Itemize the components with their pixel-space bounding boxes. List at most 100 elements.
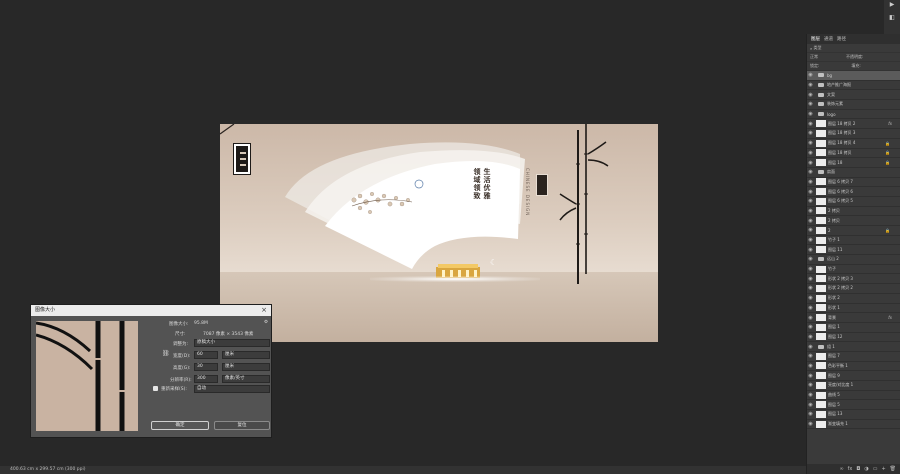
layer-row[interactable]: ◉ 图层 9	[807, 371, 900, 381]
eye-icon[interactable]: ◉	[807, 266, 814, 272]
eye-icon[interactable]: ◉	[807, 373, 814, 379]
mask-icon[interactable]: ◘	[856, 466, 860, 472]
lock-row[interactable]: 锁定: 填充:	[807, 62, 900, 71]
resolution-unit-select[interactable]: 像素/英寸	[222, 375, 270, 383]
eye-icon[interactable]: ◉	[807, 208, 814, 214]
fx-icon[interactable]: fx	[848, 466, 853, 472]
layer-row[interactable]: ◉ 组 1	[807, 342, 900, 352]
tab-paths[interactable]: 路径	[837, 36, 846, 42]
resample-select[interactable]: 自动	[194, 385, 270, 393]
tab-layers[interactable]: 图层	[811, 36, 820, 42]
eye-icon[interactable]: ◉	[807, 92, 814, 98]
eye-icon[interactable]: ◉	[807, 392, 814, 398]
eye-icon[interactable]: ◉	[807, 150, 814, 156]
layer-filter-row[interactable]: ⌕ 类型	[807, 44, 900, 53]
width-input[interactable]: 60	[194, 351, 218, 359]
play-icon[interactable]: ▶	[887, 0, 897, 10]
layer-row[interactable]: ◉ 图层 6 拷贝 7	[807, 178, 900, 188]
layer-row[interactable]: ◉ 图层 18 拷贝 3	[807, 129, 900, 139]
eye-icon[interactable]: ◉	[807, 315, 814, 321]
eye-icon[interactable]: ◉	[807, 411, 814, 417]
layer-row[interactable]: ◉ 形状 2 拷贝 2	[807, 284, 900, 294]
eye-icon[interactable]: ◉	[807, 382, 814, 388]
eye-icon[interactable]: ◉	[807, 295, 814, 301]
layer-row[interactable]: ◉ 竹子 1	[807, 236, 900, 246]
eye-icon[interactable]: ◉	[807, 111, 814, 117]
layer-row[interactable]: ◉ 远山 2	[807, 255, 900, 265]
eye-icon[interactable]: ◉	[807, 140, 814, 146]
eye-icon[interactable]: ◉	[807, 198, 814, 204]
eye-icon[interactable]: ◉	[807, 101, 814, 107]
adjustment-icon[interactable]: ◑	[864, 466, 868, 472]
layer-row[interactable]: ◉ 形状 2 拷贝 3	[807, 274, 900, 285]
layer-row[interactable]: ◉ 亮度/对比度 1	[807, 381, 900, 391]
ok-button[interactable]: 确定	[151, 421, 209, 430]
eye-icon[interactable]: ◉	[807, 353, 814, 359]
layer-row[interactable]: ◉ 2 拷贝	[807, 207, 900, 217]
dialog-preview[interactable]	[36, 321, 138, 431]
layer-row[interactable]: ◉ 2 拷贝	[807, 216, 900, 226]
gear-icon[interactable]: ⚙	[264, 320, 268, 325]
layer-row[interactable]: ◉ 图层 18 拷贝 2 fx	[807, 119, 900, 130]
eye-icon[interactable]: ◉	[807, 179, 814, 185]
height-unit-select[interactable]: 厘米	[222, 363, 270, 371]
eye-icon[interactable]: ◉	[807, 237, 814, 243]
eye-icon[interactable]: ◉	[807, 276, 814, 282]
layer-row[interactable]: ◉ 背景 fx	[807, 313, 900, 323]
blend-mode-row[interactable]: 正常 不透明度:	[807, 53, 900, 62]
layer-row[interactable]: ◉ 2 🔒	[807, 226, 900, 236]
blend-mode-select[interactable]: 正常	[810, 54, 818, 60]
eye-icon[interactable]: ◉	[807, 421, 814, 427]
height-input[interactable]: 30	[194, 363, 218, 371]
tab-channels[interactable]: 通道	[824, 36, 833, 42]
eye-icon[interactable]: ◉	[807, 334, 814, 340]
eye-icon[interactable]: ◉	[807, 344, 814, 350]
layer-row[interactable]: ◉ 图层 5	[807, 400, 900, 411]
eye-icon[interactable]: ◉	[807, 247, 814, 253]
eye-icon[interactable]: ◉	[807, 82, 814, 88]
link-layers-icon[interactable]: ∞	[839, 466, 843, 472]
resolution-input[interactable]: 300	[194, 375, 218, 383]
eye-icon[interactable]: ◉	[807, 402, 814, 408]
eye-icon[interactable]: ◉	[807, 324, 814, 330]
eye-icon[interactable]: ◉	[807, 160, 814, 166]
layer-row[interactable]: ◉ 图层 1	[807, 323, 900, 333]
layer-row[interactable]: ◉ 色彩平衡 1	[807, 362, 900, 372]
link-icon[interactable]: ⛓	[162, 350, 170, 357]
folder-icon[interactable]: ▭	[873, 466, 878, 472]
layer-row[interactable]: ◉ 竹子	[807, 265, 900, 275]
layer-row[interactable]: ◉ logo	[807, 110, 900, 120]
layer-row[interactable]: ◉ 图层 6 拷贝 5	[807, 197, 900, 207]
eye-icon[interactable]: ◉	[807, 218, 814, 224]
eye-icon[interactable]: ◉	[807, 130, 814, 136]
eye-icon[interactable]: ◉	[807, 256, 814, 262]
resample-checkbox[interactable]	[153, 386, 158, 391]
eye-icon[interactable]: ◉	[807, 169, 814, 175]
eye-icon[interactable]: ◉	[807, 72, 814, 78]
fit-to-select[interactable]: 原稿大小	[194, 339, 270, 347]
layer-row[interactable]: ◉ 图层 7	[807, 352, 900, 362]
layer-row[interactable]: ◉ 文案	[807, 90, 900, 101]
layer-row[interactable]: ◉ 形状 1	[807, 304, 900, 314]
layer-row[interactable]: ◉ 渐变填充 1	[807, 420, 900, 430]
width-unit-select[interactable]: 厘米	[222, 351, 270, 359]
layer-row[interactable]: ◉ 扇面	[807, 168, 900, 178]
eye-icon[interactable]: ◉	[807, 285, 814, 291]
layer-row[interactable]: ◉ 图层 6 拷贝 6	[807, 187, 900, 197]
eye-icon[interactable]: ◉	[807, 305, 814, 311]
layer-row[interactable]: ◉ 地产推广海报	[807, 81, 900, 91]
new-layer-icon[interactable]: +	[881, 466, 885, 472]
layer-row[interactable]: ◉ 图层 13	[807, 410, 900, 420]
layer-row[interactable]: ◉ 图层 12	[807, 333, 900, 343]
layer-row[interactable]: ◉ 图层 18 🔒	[807, 158, 900, 168]
layer-row[interactable]: ◉ 图层 11	[807, 245, 900, 256]
layer-row[interactable]: ◉ 装饰元素	[807, 100, 900, 110]
eye-icon[interactable]: ◉	[807, 363, 814, 369]
layer-row[interactable]: ◉ bg	[807, 71, 900, 81]
layer-row[interactable]: ◉ 形状 2	[807, 294, 900, 304]
eye-icon[interactable]: ◉	[807, 227, 814, 233]
adjust-icon[interactable]: ◧	[887, 13, 897, 23]
layer-row[interactable]: ◉ 曲线 5	[807, 391, 900, 401]
layer-row[interactable]: ◉ 图层 18 拷贝 4 🔒	[807, 139, 900, 149]
eye-icon[interactable]: ◉	[807, 121, 814, 127]
